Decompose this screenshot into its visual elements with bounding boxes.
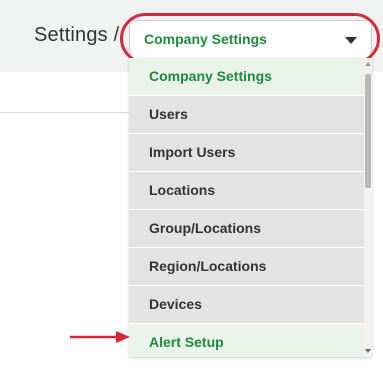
menu-item-locations[interactable]: Locations xyxy=(129,172,364,210)
menu-item-group-locations[interactable]: Group/Locations xyxy=(129,210,364,248)
menu-item-region-locations[interactable]: Region/Locations xyxy=(129,248,364,286)
breadcrumb-settings[interactable]: Settings / xyxy=(34,24,119,47)
scroll-down-icon[interactable] xyxy=(365,349,371,353)
menu-item-company-settings[interactable]: Company Settings xyxy=(129,58,364,96)
menu-item-users[interactable]: Users xyxy=(129,96,364,134)
settings-page-select[interactable]: Company Settings xyxy=(129,20,372,60)
select-current-value: Company Settings xyxy=(144,31,267,47)
red-arrow-right-icon xyxy=(70,331,130,343)
dropdown-scrollbar[interactable] xyxy=(364,58,372,357)
menu-item-alert-setup[interactable]: Alert Setup xyxy=(129,324,364,357)
settings-dropdown-menu[interactable]: Company Settings Users Import Users Loca… xyxy=(129,58,372,357)
scrollbar-thumb[interactable] xyxy=(365,74,371,188)
menu-item-import-users[interactable]: Import Users xyxy=(129,134,364,172)
divider xyxy=(0,112,129,113)
scroll-up-icon[interactable] xyxy=(365,62,371,66)
menu-item-devices[interactable]: Devices xyxy=(129,286,364,324)
dropdown-list: Company Settings Users Import Users Loca… xyxy=(129,58,364,357)
chevron-down-icon[interactable] xyxy=(345,37,357,44)
